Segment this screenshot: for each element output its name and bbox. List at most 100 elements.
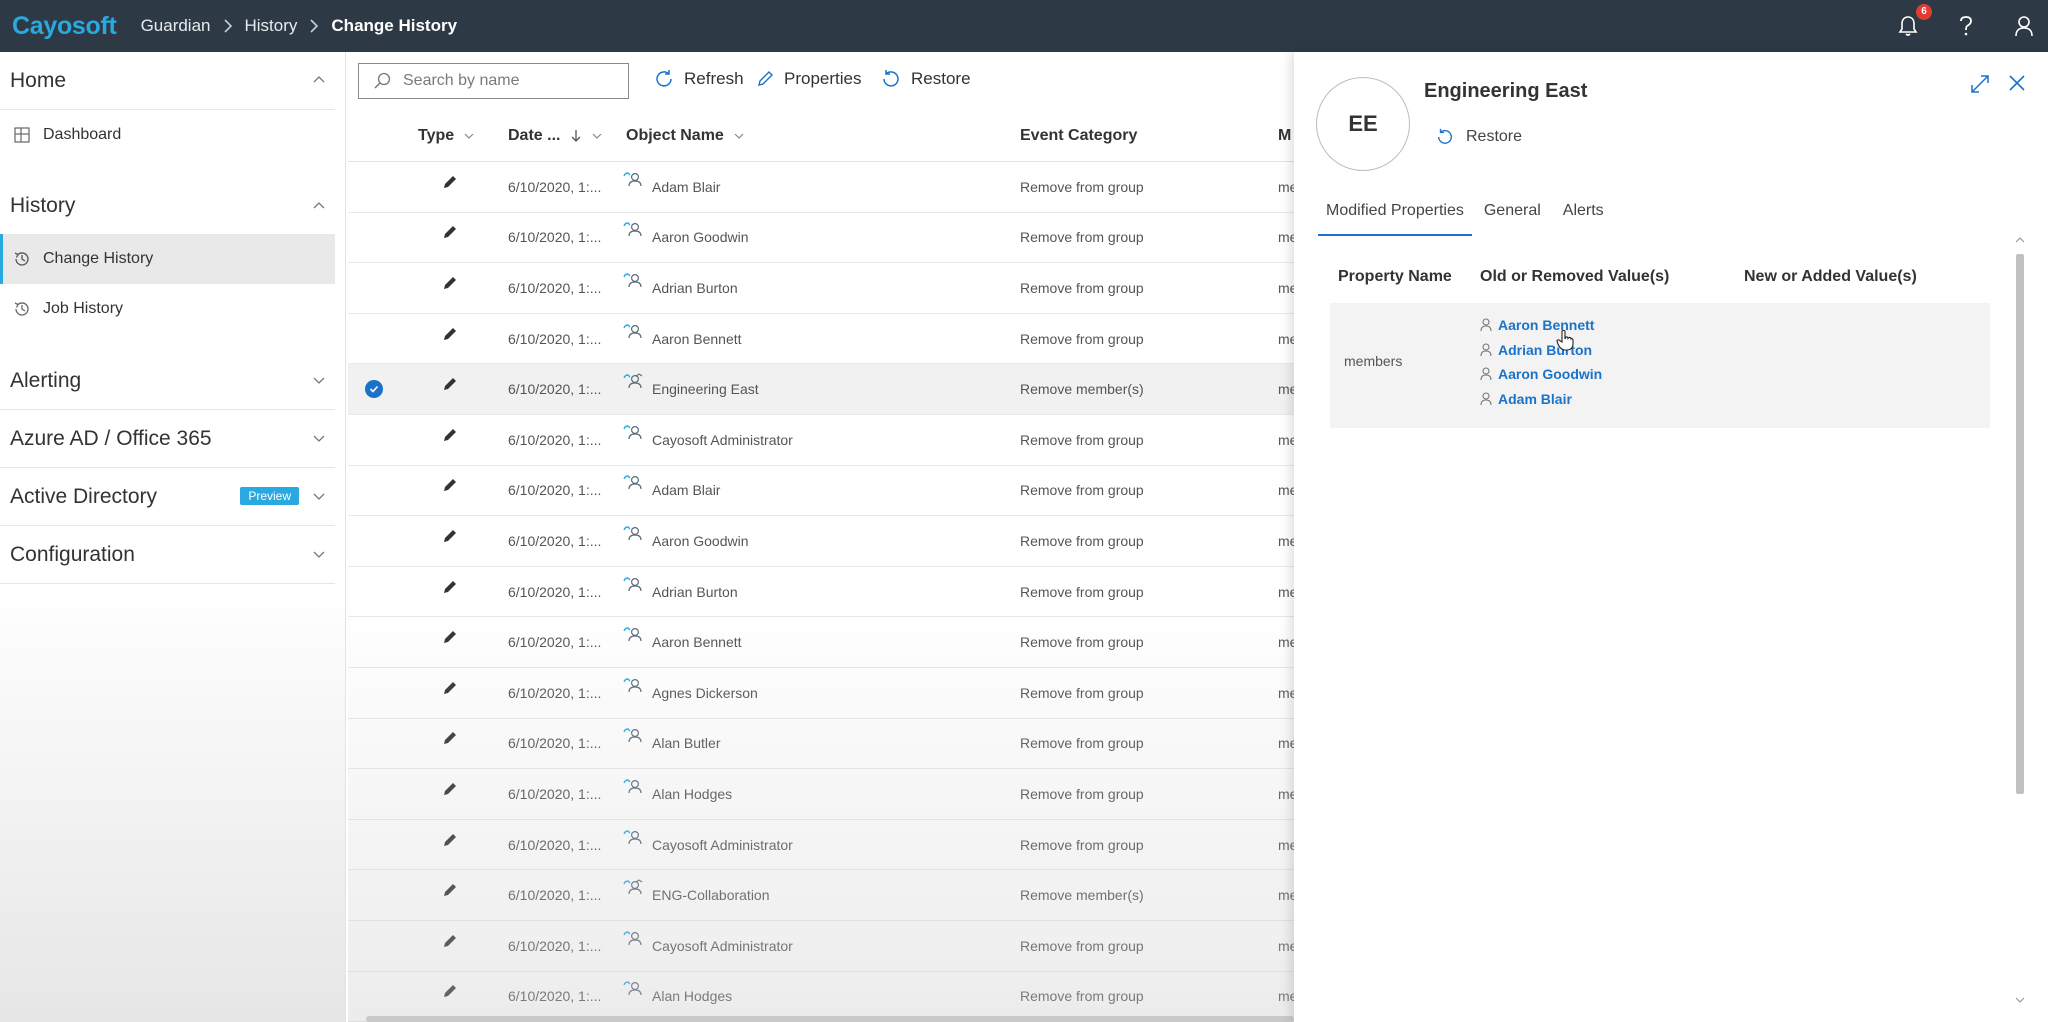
table-row[interactable]: 6/10/2020, 1:... Aaron Bennett Remove from… bbox=[348, 617, 1294, 668]
chevron-down-icon bbox=[593, 133, 602, 139]
table-row[interactable]: 6/10/2020, 1:... Adam Blair Remove from gr… bbox=[348, 162, 1294, 213]
m-column-cell: me bbox=[1278, 887, 1294, 904]
preview-badge: Preview bbox=[240, 487, 299, 505]
old-value-link[interactable]: Adam Blair bbox=[1480, 387, 1602, 412]
nav-section-alerting[interactable]: Alerting bbox=[0, 352, 335, 410]
nav-section-label: Home bbox=[10, 68, 67, 92]
nav-section-home[interactable]: Home bbox=[0, 52, 335, 110]
bell-icon bbox=[1898, 16, 1918, 36]
nav-section-active-directory[interactable]: Active Directory Preview bbox=[0, 468, 335, 526]
row-selected-check-icon[interactable] bbox=[365, 380, 383, 399]
table-row[interactable]: 6/10/2020, 1:... Engineering East Remove m… bbox=[348, 364, 1294, 415]
object-name-cell[interactable]: Cayosoft Administrator bbox=[622, 820, 793, 870]
breadcrumb-history[interactable]: History bbox=[245, 16, 298, 36]
edit-type-cell bbox=[442, 466, 458, 516]
object-name-cell[interactable]: Aaron Bennett bbox=[622, 314, 742, 364]
m-column-cell: me bbox=[1278, 988, 1294, 1005]
column-header-event-category[interactable]: Event Category bbox=[1020, 127, 1137, 145]
date-cell: 6/10/2020, 1:... bbox=[508, 330, 602, 347]
panel-restore-button[interactable]: Restore bbox=[1436, 128, 1522, 146]
tab-modified-properties[interactable]: Modified Properties bbox=[1318, 202, 1472, 236]
object-name-cell[interactable]: Alan Butler bbox=[622, 719, 720, 769]
notifications-button[interactable]: 6 bbox=[1896, 4, 1932, 38]
column-header-object-name[interactable]: Object Name bbox=[626, 127, 744, 145]
table-row[interactable]: 6/10/2020, 1:... Alan Hodges Remove from g… bbox=[348, 972, 1294, 1022]
expand-icon[interactable] bbox=[1970, 74, 1990, 94]
object-name-cell[interactable]: ENG-Collaboration bbox=[622, 870, 770, 920]
question-mark-icon bbox=[1960, 16, 1972, 36]
old-value-link[interactable]: Adrian Burton bbox=[1480, 338, 1602, 363]
scrollbar-thumb[interactable] bbox=[2016, 254, 2024, 794]
object-name-cell[interactable]: Aaron Goodwin bbox=[622, 213, 749, 263]
tab-general[interactable]: General bbox=[1484, 202, 1541, 236]
table-row[interactable]: 6/10/2020, 1:... Cayosoft Administrator Re… bbox=[348, 415, 1294, 466]
user-icon bbox=[623, 779, 642, 793]
object-name-cell[interactable]: Engineering East bbox=[622, 364, 759, 414]
search-input[interactable]: Search by name bbox=[358, 63, 629, 99]
object-name-cell[interactable]: Cayosoft Administrator bbox=[622, 415, 793, 465]
close-icon[interactable] bbox=[2008, 74, 2026, 92]
properties-button[interactable]: Properties bbox=[756, 69, 861, 89]
object-name-cell[interactable]: Adam Blair bbox=[622, 466, 720, 516]
user-icon bbox=[623, 981, 642, 996]
table-row[interactable]: 6/10/2020, 1:... Aaron Goodwin Remove from… bbox=[348, 516, 1294, 567]
tab-alerts[interactable]: Alerts bbox=[1563, 202, 1604, 236]
refresh-button[interactable]: Refresh bbox=[654, 69, 744, 89]
column-header-date[interactable]: Date ... bbox=[508, 127, 602, 145]
pencil-icon bbox=[444, 529, 456, 542]
nav-section-history[interactable]: History bbox=[0, 178, 335, 234]
pencil-icon bbox=[444, 732, 456, 745]
chevron-down-icon bbox=[313, 435, 325, 442]
object-name-cell[interactable]: Adrian Burton bbox=[622, 263, 738, 313]
vertical-scrollbar[interactable] bbox=[2014, 237, 2026, 804]
search-icon bbox=[373, 72, 391, 90]
nav-section-configuration[interactable]: Configuration bbox=[0, 526, 335, 584]
user-icon bbox=[623, 222, 642, 237]
object-name-cell[interactable]: Aaron Goodwin bbox=[622, 516, 749, 566]
restore-icon bbox=[1438, 128, 1452, 144]
old-value-link[interactable]: Aaron Goodwin bbox=[1480, 362, 1602, 387]
table-row[interactable]: 6/10/2020, 1:... Alan Butler Remove from g… bbox=[348, 719, 1294, 770]
column-header-m[interactable]: M bbox=[1278, 127, 1291, 145]
m-column-cell: me bbox=[1278, 482, 1294, 499]
object-name-cell[interactable]: Alan Hodges bbox=[622, 972, 732, 1022]
object-name-cell[interactable]: Agnes Dickerson bbox=[622, 668, 758, 718]
table-row[interactable]: 6/10/2020, 1:... Aaron Goodwin Remove from… bbox=[348, 213, 1294, 264]
object-name-cell[interactable]: Adam Blair bbox=[622, 162, 720, 212]
pencil-icon bbox=[444, 327, 456, 340]
horizontal-scrollbar[interactable] bbox=[366, 1016, 1294, 1022]
object-name-cell[interactable]: Adrian Burton bbox=[622, 567, 738, 617]
sidebar-item-job-history[interactable]: Job History bbox=[0, 284, 335, 334]
user-menu-button[interactable] bbox=[2012, 14, 2036, 38]
table-row[interactable]: 6/10/2020, 1:... ENG-Collaboration Remove … bbox=[348, 870, 1294, 921]
object-name-cell[interactable]: Alan Hodges bbox=[622, 769, 732, 819]
table-row[interactable]: 6/10/2020, 1:... Adrian Burton Remove from… bbox=[348, 263, 1294, 314]
nav-section-azure-ad[interactable]: Azure AD / Office 365 bbox=[0, 410, 335, 468]
table-row[interactable]: 6/10/2020, 1:... Cayosoft Administrator Re… bbox=[348, 921, 1294, 972]
table-row[interactable]: 6/10/2020, 1:... Agnes Dickerson Remove fr… bbox=[348, 668, 1294, 719]
brand-logo[interactable]: Cayosoft bbox=[12, 12, 117, 41]
table-row[interactable]: 6/10/2020, 1:... Aaron Bennett Remove from… bbox=[348, 314, 1294, 365]
column-header-type[interactable]: Type bbox=[418, 127, 474, 145]
object-name-cell[interactable]: Aaron Bennett bbox=[622, 617, 742, 667]
event-category-cell: Remove member(s) bbox=[1020, 887, 1144, 904]
user-icon bbox=[623, 323, 642, 338]
chevron-right-icon bbox=[310, 19, 319, 33]
event-category-cell: Remove from group bbox=[1020, 279, 1144, 296]
date-cell: 6/10/2020, 1:... bbox=[508, 381, 602, 398]
edit-type-cell bbox=[442, 263, 458, 313]
sidebar-item-label: Dashboard bbox=[43, 126, 122, 143]
table-row[interactable]: 6/10/2020, 1:... Adam Blair Remove from gr… bbox=[348, 466, 1294, 517]
restore-button[interactable]: Restore bbox=[881, 69, 971, 89]
pencil-icon bbox=[444, 681, 456, 694]
sidebar-item-dashboard[interactable]: Dashboard bbox=[0, 110, 335, 160]
breadcrumb-guardian[interactable]: Guardian bbox=[141, 16, 211, 36]
object-name-cell[interactable]: Cayosoft Administrator bbox=[622, 921, 793, 971]
chevron-down-icon bbox=[313, 493, 325, 500]
table-row[interactable]: 6/10/2020, 1:... Adrian Burton Remove from… bbox=[348, 567, 1294, 618]
table-row[interactable]: 6/10/2020, 1:... Cayosoft Administrator Re… bbox=[348, 820, 1294, 871]
old-value-link[interactable]: Aaron Bennett bbox=[1480, 313, 1602, 338]
table-row[interactable]: 6/10/2020, 1:... Alan Hodges Remove from g… bbox=[348, 769, 1294, 820]
help-button[interactable] bbox=[1954, 14, 1978, 38]
sidebar-item-change-history[interactable]: Change History bbox=[0, 234, 335, 284]
